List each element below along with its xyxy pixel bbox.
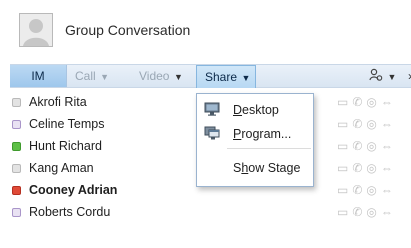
participant-name: Roberts Cordu [29, 205, 111, 219]
desktop-icon [204, 102, 220, 116]
share-icon[interactable]: ⇔ [381, 161, 397, 175]
program-icon [204, 126, 220, 140]
phone-icon[interactable]: ✆ [352, 117, 366, 131]
participant-row[interactable]: Roberts Cordu ▭✆◎⇔ [10, 202, 411, 224]
label-text: esktop [242, 103, 279, 117]
participant-name: Celine Temps [29, 117, 105, 131]
conversation-title: Group Conversation [65, 22, 191, 38]
phone-icon[interactable]: ✆ [352, 161, 366, 175]
participant-name: Akrofi Rita [29, 95, 87, 109]
phone-icon[interactable]: ✆ [352, 205, 366, 219]
chevron-down-icon: ▼ [171, 72, 183, 82]
share-icon[interactable]: ⇔ [381, 183, 397, 197]
share-icon[interactable]: ⇔ [381, 205, 397, 219]
share-icon[interactable]: ⇔ [381, 95, 397, 109]
presence-offline-icon [12, 164, 21, 173]
participant-name: Cooney Adrian [29, 183, 118, 197]
contact-actions[interactable]: ▭✆◎⇔ [337, 161, 397, 175]
contact-actions[interactable]: ▭✆◎⇔ [337, 205, 397, 219]
video-icon[interactable]: ◎ [366, 183, 380, 197]
conversation-toolbar: IM Call ▼ Video ▼ Share ▼ ▼ › [10, 64, 411, 88]
chevron-down-icon: ▼ [97, 72, 110, 82]
share-icon[interactable]: ⇔ [381, 139, 397, 153]
video-icon[interactable]: ◎ [366, 205, 380, 219]
video-button[interactable]: Video ▼ [139, 65, 183, 87]
menu-item-label: Program... [233, 127, 291, 141]
participant-name: Hunt Richard [29, 139, 102, 153]
im-icon[interactable]: ▭ [337, 183, 352, 197]
menu-item-program[interactable]: Program... [197, 122, 313, 146]
people-options-icon [369, 68, 383, 81]
video-label: Video [139, 69, 170, 83]
chevron-down-icon: ▼ [239, 73, 251, 83]
call-label: Call [75, 69, 96, 83]
contact-actions[interactable]: ▭✆◎⇔ [337, 117, 397, 131]
presence-available-icon [12, 142, 21, 151]
im-icon[interactable]: ▭ [337, 205, 352, 219]
contact-actions[interactable]: ▭✆◎⇔ [337, 183, 397, 197]
menu-item-label: Show Stage [233, 161, 300, 175]
accelerator-key: D [233, 103, 243, 117]
group-avatar [19, 13, 53, 47]
share-menu: Desktop Program... Show Stage [196, 93, 314, 187]
video-icon[interactable]: ◎ [366, 139, 380, 153]
presence-mobile-icon [12, 120, 21, 129]
menu-separator [227, 148, 311, 149]
share-icon[interactable]: ⇔ [381, 117, 397, 131]
video-icon[interactable]: ◎ [366, 117, 380, 131]
presence-mobile-icon [12, 208, 21, 217]
phone-icon[interactable]: ✆ [352, 95, 366, 109]
label-text: rogram... [241, 127, 292, 141]
video-icon[interactable]: ◎ [366, 95, 380, 109]
call-button[interactable]: Call ▼ [75, 65, 109, 87]
menu-item-desktop[interactable]: Desktop [197, 98, 313, 122]
phone-icon[interactable]: ✆ [352, 139, 366, 153]
video-icon[interactable]: ◎ [366, 161, 380, 175]
share-label: Share [205, 70, 238, 84]
menu-item-show-stage[interactable]: Show Stage [197, 156, 313, 180]
menu-item-label: Desktop [233, 103, 279, 117]
phone-icon[interactable]: ✆ [352, 183, 366, 197]
conversation-header: Group Conversation [0, 0, 411, 60]
presence-busy-icon [12, 186, 21, 195]
participant-name: Kang Aman [29, 161, 94, 175]
person-silhouette-icon [20, 14, 52, 46]
im-icon[interactable]: ▭ [337, 117, 352, 131]
share-button[interactable]: Share ▼ [196, 65, 256, 88]
contact-actions[interactable]: ▭✆◎⇔ [337, 95, 397, 109]
presence-offline-icon [12, 98, 21, 107]
people-options-button[interactable]: ▼ [369, 65, 396, 87]
im-icon[interactable]: ▭ [337, 139, 352, 153]
im-button[interactable]: IM [10, 65, 67, 87]
im-icon[interactable]: ▭ [337, 95, 352, 109]
chevron-down-icon: ▼ [385, 72, 397, 82]
label-text: ow Stage [248, 161, 301, 175]
contact-actions[interactable]: ▭✆◎⇔ [337, 139, 397, 153]
im-icon[interactable]: ▭ [337, 161, 352, 175]
